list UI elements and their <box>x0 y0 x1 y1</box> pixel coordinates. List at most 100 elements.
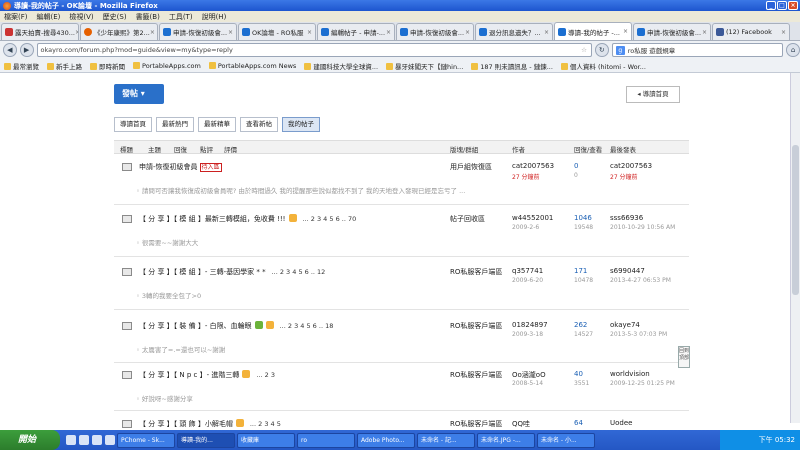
last-post-user[interactable]: cat2007563 <box>610 162 652 170</box>
filter-rate[interactable]: 評價 <box>224 144 237 154</box>
thread-forum[interactable]: RO私服客戶端區 <box>450 321 502 331</box>
guide-home-button[interactable]: ◂ 導讀首頁 <box>626 86 680 103</box>
last-post-user[interactable]: worldvision <box>610 370 650 378</box>
subtab-digest[interactable]: 最新精華 <box>198 117 236 132</box>
bookmark-item[interactable]: 即時新聞 <box>90 61 125 71</box>
browser-tab[interactable]: 編輯帖子 - 申請-... × <box>317 23 395 40</box>
menu-file[interactable]: 檔案(F) <box>4 12 28 22</box>
thread-title[interactable]: 【 分 享 】【 模 組 】- 三轉-基因學家 * * <box>139 268 266 276</box>
back-button[interactable]: ◀ <box>3 43 17 57</box>
reply-excerpt[interactable]: ◦ 請問可否讓我恢復成初級會員呢? 由於時間過久 我的提醒那些說似都找不到了 我… <box>136 185 465 195</box>
subtab-new-posts[interactable]: 查看新帖 <box>240 117 278 132</box>
quick-launch-icon[interactable] <box>66 435 76 445</box>
thread-author[interactable]: 01824897 <box>512 321 548 329</box>
reply-excerpt[interactable]: ◦ 很需要~~謝謝大大 <box>136 237 198 247</box>
taskbar-item[interactable]: 收藏庫 <box>237 432 295 448</box>
bookmark-item[interactable]: 建國科技大學全球資... <box>304 61 378 71</box>
thread-author[interactable]: QQ哇 <box>512 419 530 429</box>
clock[interactable]: 下午 05:32 <box>759 435 795 445</box>
close-tab-icon[interactable]: × <box>465 29 470 36</box>
last-post-date[interactable]: 2010-10-29 10:56 AM <box>610 224 675 231</box>
browser-tab[interactable]: 《少年康熙》第2... × <box>80 23 158 40</box>
thread-author[interactable]: cat2007563 <box>512 162 554 170</box>
last-post-date[interactable]: 2013-4-27 06:53 PM <box>610 277 671 284</box>
browser-tab-active[interactable]: 導讀-我的帖子 -... × <box>554 22 632 40</box>
minimize-button[interactable]: _ <box>766 1 776 10</box>
thread-forum[interactable]: RO私服客戶端區 <box>450 370 502 380</box>
search-input[interactable]: g ro私服 遊戲規章 <box>611 43 784 57</box>
maximize-button[interactable]: □ <box>777 1 787 10</box>
close-tab-icon[interactable]: × <box>307 29 312 36</box>
page-links[interactable]: ... 2 3 4 5 <box>250 420 281 428</box>
filter-theme[interactable]: 主題 <box>148 144 161 154</box>
taskbar-item[interactable]: 未命名 - 記... <box>417 432 475 448</box>
thread-title[interactable]: 【 分 享 】【 模 組 】最新三轉模組，免收費 !!! <box>139 215 286 223</box>
quick-launch-icon[interactable] <box>105 435 115 445</box>
page-links[interactable]: ... 2 3 4 5 6 .. 70 <box>303 215 357 223</box>
quick-launch-icon[interactable] <box>92 435 102 445</box>
bookmark-item[interactable]: 個人資料 (hitomi - Wor... <box>561 61 646 71</box>
menu-edit[interactable]: 編輯(E) <box>37 12 61 22</box>
menu-help[interactable]: 說明(H) <box>202 12 227 22</box>
home-button[interactable]: ⌂ <box>786 43 800 57</box>
menu-tools[interactable]: 工具(T) <box>169 12 193 22</box>
close-tab-icon[interactable]: × <box>702 29 707 36</box>
close-tab-icon[interactable]: × <box>781 29 786 36</box>
close-tab-icon[interactable]: × <box>75 29 78 36</box>
quick-launch-icon[interactable] <box>79 435 89 445</box>
close-tab-icon[interactable]: × <box>150 29 155 36</box>
subtab-guide-home[interactable]: 導讀首頁 <box>114 117 152 132</box>
close-tab-icon[interactable]: × <box>623 28 628 35</box>
taskbar-item[interactable]: ro <box>297 432 355 448</box>
bookmark-item[interactable]: 187 則未讀訊息 - 鏈鍊... <box>471 61 553 71</box>
last-post-date[interactable]: 2013-5-3 07:03 PM <box>610 331 667 338</box>
reply-excerpt[interactable]: ◦ 太厲害了=.=還也可以~謝謝 <box>136 344 225 354</box>
thread-title[interactable]: 【 分 享 】【 裝 備 】- 白限、血輪眼 <box>139 322 252 330</box>
last-post-user[interactable]: s6990447 <box>610 267 645 275</box>
taskbar-item[interactable]: 未命名 - 小... <box>537 432 595 448</box>
bookmark-star-icon[interactable]: ☆ <box>581 46 587 54</box>
menu-view[interactable]: 檢視(V) <box>69 12 93 22</box>
browser-tab[interactable]: 申請-恢復初級會... × <box>159 23 237 40</box>
close-tab-icon[interactable]: × <box>228 29 233 36</box>
close-tab-icon[interactable]: × <box>386 29 391 36</box>
browser-tab[interactable]: 露天拍賣-搜尋430...× <box>1 23 79 40</box>
forward-button[interactable]: ▶ <box>19 43 34 57</box>
bookmark-item[interactable]: PortableApps.com <box>133 62 201 70</box>
bookmark-item[interactable]: 最常瀏覽 <box>4 61 39 71</box>
thread-forum[interactable]: 帖子回收區 <box>450 214 485 224</box>
filter-reply[interactable]: 回復 <box>174 144 187 154</box>
reload-button[interactable]: ↻ <box>594 43 609 57</box>
browser-tab[interactable]: (12) Facebook × <box>712 23 790 40</box>
start-button[interactable]: 開始 <box>0 430 60 450</box>
thread-author[interactable]: q357741 <box>512 267 543 275</box>
last-post-user[interactable]: sss66936 <box>610 214 643 222</box>
scrollbar-thumb[interactable] <box>792 145 799 295</box>
back-to-top-button[interactable]: 回到頂部 <box>678 346 690 368</box>
vertical-scrollbar[interactable] <box>790 73 800 423</box>
bookmark-item[interactable]: 新手上路 <box>47 61 82 71</box>
last-post-date[interactable]: 2009-12-25 01:25 PM <box>610 380 675 387</box>
close-tab-icon[interactable]: × <box>544 29 549 36</box>
taskbar-item[interactable]: 未命名.JPG -... <box>477 432 535 448</box>
bookmark-item[interactable]: PortableApps.com News <box>209 62 296 70</box>
browser-tab[interactable]: 申請-恢復初級會... × <box>633 23 711 40</box>
browser-tab[interactable]: 退分訊息遺失？... × <box>475 23 553 40</box>
last-post-user[interactable]: Uodee <box>610 419 632 427</box>
browser-tab[interactable]: 申請-恢復初級會... × <box>396 23 474 40</box>
page-links[interactable]: ... 2 3 4 5 6 .. 18 <box>280 322 334 330</box>
filter-point[interactable]: 點評 <box>200 144 213 154</box>
thread-author[interactable]: Oo涵瀧oO <box>512 370 546 380</box>
page-links[interactable]: ... 2 3 4 5 6 .. 12 <box>272 268 326 276</box>
taskbar-item-active[interactable]: 導讀-我的... <box>177 432 235 448</box>
thread-title[interactable]: 申請-恢復初級會員 <box>139 163 198 171</box>
close-button[interactable]: × <box>788 1 798 10</box>
thread-forum[interactable]: 用戶組恢復區 <box>450 162 492 172</box>
page-links[interactable]: ... 2 3 <box>256 371 275 379</box>
last-post-user[interactable]: okaye74 <box>610 321 640 329</box>
new-post-button[interactable]: 發帖 ▾ <box>114 84 164 104</box>
subtab-my-posts[interactable]: 我的帖子 <box>282 117 320 132</box>
thread-author[interactable]: w44552001 <box>512 214 553 222</box>
url-bar[interactable]: okayro.com/forum.php?mod=guide&view=my&t… <box>36 43 592 57</box>
subtab-hot[interactable]: 最新熱門 <box>156 117 194 132</box>
